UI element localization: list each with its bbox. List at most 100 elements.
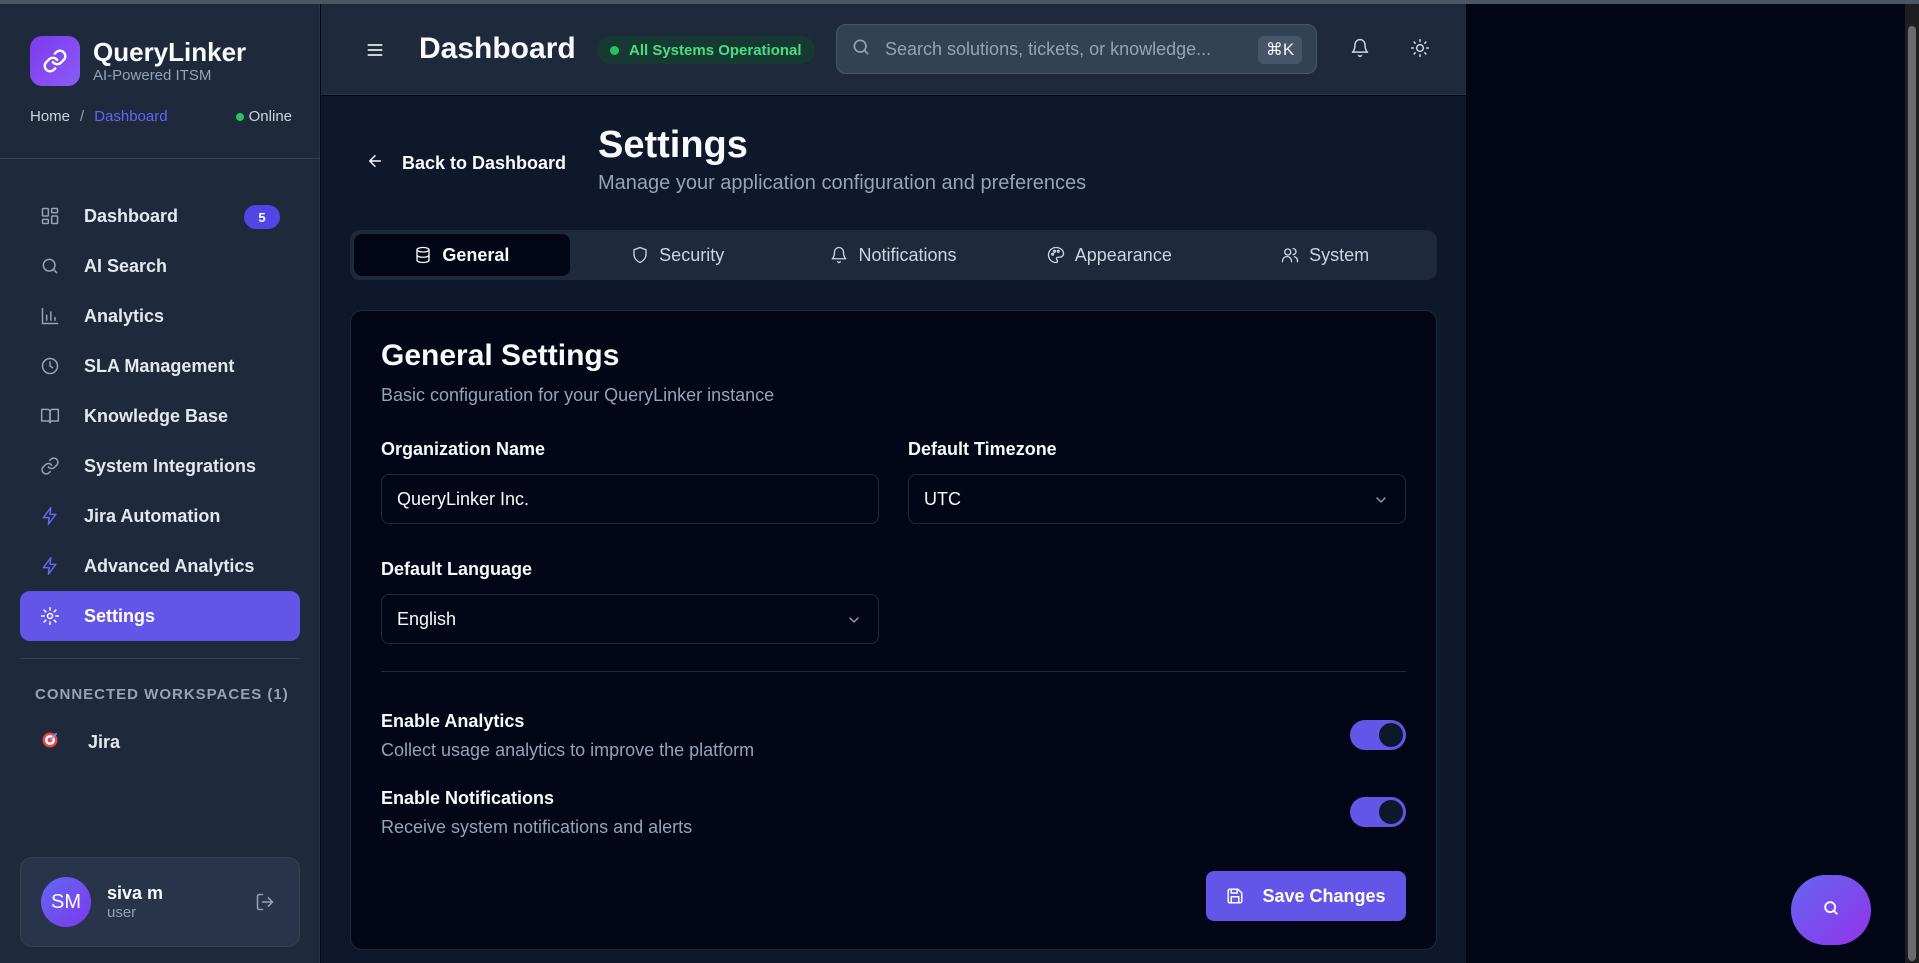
- sidebar-item-dashboard[interactable]: Dashboard 5: [20, 191, 300, 241]
- tab-security[interactable]: Security: [570, 234, 786, 276]
- organization-name-field[interactable]: [381, 474, 879, 524]
- workspaces-title: CONNECTED WORKSPACES (1): [35, 686, 289, 703]
- shortcut-hint: ⌘K: [1258, 36, 1302, 64]
- sidebar-item-label: System Integrations: [84, 455, 257, 476]
- chevron-down-icon: [1373, 492, 1389, 513]
- toggle-knob: [1379, 800, 1403, 824]
- search-icon: [851, 37, 871, 62]
- search-icon: [1821, 898, 1841, 923]
- organization-name-input[interactable]: [397, 488, 857, 510]
- sun-icon[interactable]: [1410, 38, 1430, 63]
- save-icon: [1226, 887, 1244, 905]
- brand[interactable]: QueryLinker AI-Powered ITSM: [30, 36, 246, 86]
- chevron-down-icon: [846, 612, 862, 633]
- sidebar-divider: [20, 658, 300, 659]
- page-subtitle: Manage your application configuration an…: [598, 172, 1087, 194]
- bell-icon[interactable]: [1350, 38, 1370, 63]
- logout-icon[interactable]: [255, 892, 275, 917]
- breadcrumb: Home / Dashboard Online: [30, 108, 292, 125]
- sidebar-nav: Dashboard 5 AI Search Analytics SLA Mana…: [20, 191, 300, 641]
- page-title: Settings: [598, 124, 748, 166]
- database-icon: [414, 246, 432, 264]
- workspace-label: Jira: [88, 732, 121, 752]
- sidebar-item-jira-automation[interactable]: Jira Automation: [20, 491, 300, 541]
- tab-notifications[interactable]: Notifications: [786, 234, 1002, 276]
- save-changes-button[interactable]: Save Changes: [1206, 871, 1406, 921]
- sidebar-item-label: Advanced Analytics: [84, 555, 255, 576]
- app-subtitle: AI-Powered ITSM: [93, 67, 212, 84]
- search-input[interactable]: [885, 38, 1245, 60]
- main-content: Back to Dashboard Settings Manage your a…: [321, 96, 1466, 963]
- tab-label: System: [1309, 244, 1370, 265]
- book-icon: [38, 404, 62, 428]
- sidebar-item-ai-search[interactable]: AI Search: [20, 241, 300, 291]
- analytics-toggle[interactable]: [1350, 720, 1406, 750]
- default-timezone-label: Default Timezone: [908, 439, 1057, 459]
- sidebar-item-system-integrations[interactable]: System Integrations: [20, 441, 300, 491]
- page-scrollbar[interactable]: [1905, 4, 1919, 963]
- sidebar-item-sla-management[interactable]: SLA Management: [20, 341, 300, 391]
- user-name: siva m: [107, 883, 164, 903]
- tab-appearance[interactable]: Appearance: [1001, 234, 1217, 276]
- status-dot-icon: [610, 45, 619, 55]
- enable-analytics-description: Collect usage analytics to improve the p…: [381, 740, 755, 760]
- header-title: Dashboard: [419, 32, 576, 65]
- floating-search-button[interactable]: [1791, 875, 1871, 945]
- target-icon: [40, 730, 62, 755]
- gear-icon: [38, 604, 62, 628]
- sidebar-item-label: SLA Management: [84, 355, 235, 376]
- sidebar-divider: [0, 158, 320, 159]
- sidebar-item-knowledge-base[interactable]: Knowledge Base: [20, 391, 300, 441]
- sidebar-item-advanced-analytics[interactable]: Advanced Analytics: [20, 541, 300, 591]
- status-dot-icon: [235, 112, 244, 121]
- breadcrumb-home[interactable]: Home: [30, 108, 70, 125]
- sidebar-item-analytics[interactable]: Analytics: [20, 291, 300, 341]
- online-label: Online: [248, 108, 292, 125]
- organization-name-label: Organization Name: [381, 439, 546, 459]
- sidebar: QueryLinker AI-Powered ITSM Home / Dashb…: [0, 4, 320, 963]
- tab-system[interactable]: System: [1217, 234, 1433, 276]
- online-status: Online: [235, 108, 292, 125]
- user-card[interactable]: SM siva m user: [20, 857, 300, 947]
- user-role: user: [107, 904, 137, 921]
- sidebar-item-label: Analytics: [84, 305, 165, 326]
- search-icon: [38, 254, 62, 278]
- card-divider: [381, 671, 1406, 672]
- tab-general[interactable]: General: [354, 234, 570, 276]
- status-text: All Systems Operational: [629, 41, 802, 59]
- breadcrumb-separator: /: [80, 108, 85, 125]
- enable-notifications-description: Receive system notifications and alerts: [381, 817, 693, 837]
- grid-icon: [38, 204, 62, 228]
- sidebar-item-label: Dashboard: [84, 205, 179, 226]
- sidebar-item-settings[interactable]: Settings: [20, 591, 300, 641]
- general-settings-card: General Settings Basic configuration for…: [350, 310, 1437, 950]
- scrollbar-thumb[interactable]: [1908, 26, 1916, 961]
- bolt-icon: [38, 554, 62, 578]
- tab-label: Security: [659, 244, 725, 265]
- language-select[interactable]: English: [381, 594, 879, 644]
- arrow-left-icon: [366, 152, 384, 175]
- sidebar-item-label: Jira Automation: [84, 505, 221, 526]
- bolt-icon: [38, 504, 62, 528]
- clock-icon: [38, 354, 62, 378]
- bar-chart-icon: [38, 304, 62, 328]
- sidebar-item-label: Settings: [84, 605, 156, 626]
- avatar: SM: [41, 877, 91, 927]
- menu-icon[interactable]: [365, 40, 385, 65]
- bell-icon: [830, 246, 848, 264]
- back-label: Back to Dashboard: [402, 153, 567, 173]
- notifications-toggle[interactable]: [1350, 797, 1406, 827]
- enable-analytics-label: Enable Analytics: [381, 711, 525, 731]
- workspace-item-jira[interactable]: Jira: [40, 730, 120, 755]
- global-search[interactable]: ⌘K: [836, 24, 1317, 74]
- timezone-value: UTC: [924, 488, 961, 509]
- save-label: Save Changes: [1262, 885, 1386, 906]
- tab-label: General: [442, 244, 510, 265]
- top-header: Dashboard All Systems Operational ⌘K: [321, 4, 1466, 95]
- back-to-dashboard-button[interactable]: Back to Dashboard: [366, 152, 566, 175]
- tab-label: Appearance: [1074, 244, 1172, 265]
- breadcrumb-current[interactable]: Dashboard: [94, 108, 167, 125]
- default-language-label: Default Language: [381, 559, 533, 579]
- timezone-select[interactable]: UTC: [908, 474, 1406, 524]
- sidebar-item-label: AI Search: [84, 255, 168, 276]
